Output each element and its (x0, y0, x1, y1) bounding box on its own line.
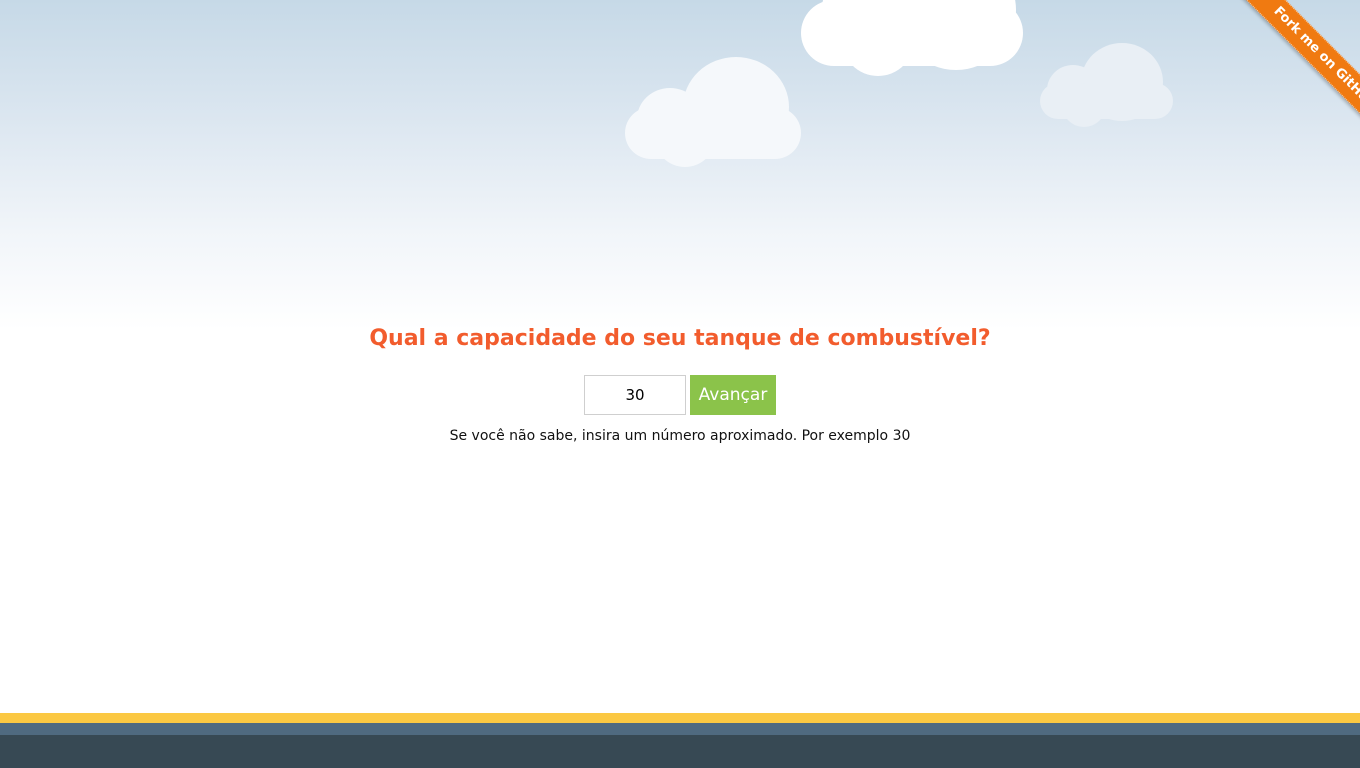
github-ribbon-container: Fork me on GitHub (1210, 0, 1360, 150)
footer (0, 735, 1360, 768)
cloud-decoration (625, 57, 801, 169)
next-button[interactable]: Avançar (690, 375, 776, 415)
fork-on-github-ribbon[interactable]: Fork me on GitHub (1236, 0, 1360, 146)
page-title: Qual a capacidade do seu tanque de combu… (369, 326, 991, 351)
footer-stripe-yellow (0, 713, 1360, 723)
footer-stripe-blue (0, 723, 1360, 735)
tank-capacity-form: Avançar (584, 375, 776, 415)
hint-text: Se você não sabe, insira um número aprox… (449, 428, 911, 444)
tank-capacity-input[interactable] (584, 375, 686, 415)
cloud-decoration (801, 0, 1023, 78)
cloud-decoration (1040, 43, 1173, 127)
